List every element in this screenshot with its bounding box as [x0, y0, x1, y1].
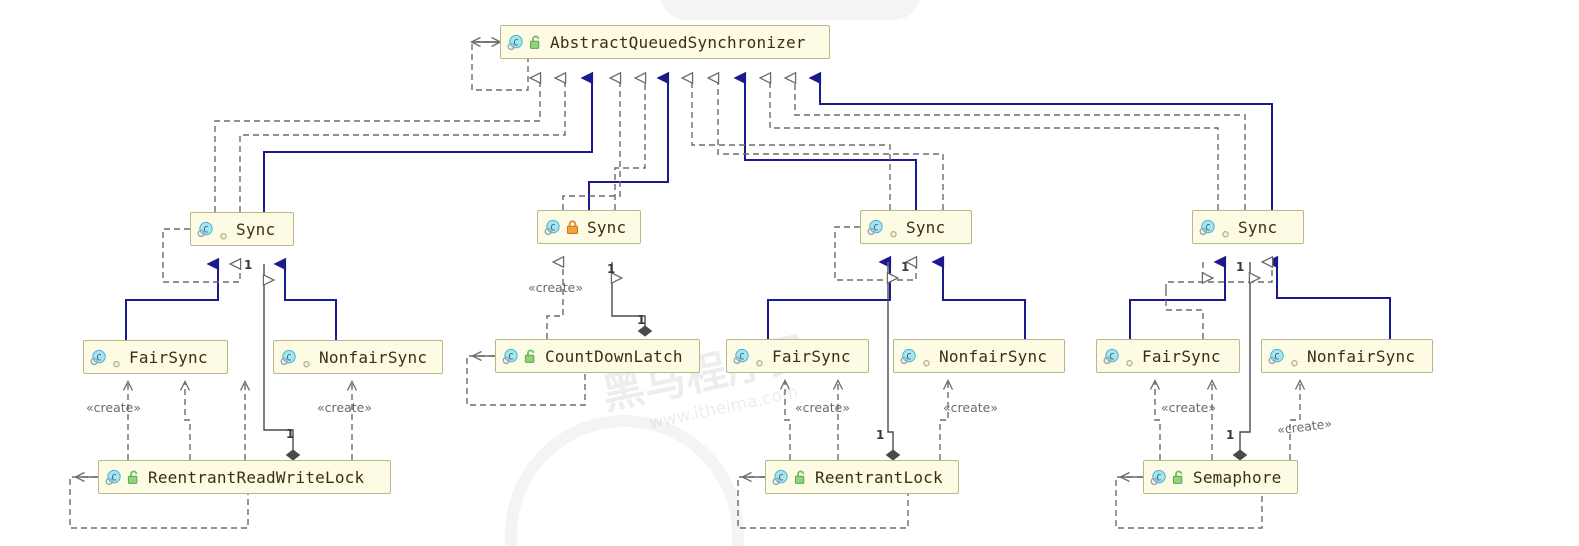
class-node-nonfair_rrwl[interactable]: C NonfairSync [273, 340, 443, 374]
class-node-label: CountDownLatch [545, 346, 683, 366]
class-node-nonfair_sem[interactable]: C NonfairSync [1261, 339, 1433, 373]
multiplicity-label-mult-rrwl-sync: 1 [244, 258, 253, 272]
edge-label-create-6: «create» [1161, 400, 1216, 415]
sem-composition [1232, 262, 1250, 461]
multiplicity-label-mult-rl-sync: 1 [901, 260, 910, 274]
class-c-icon: C [867, 219, 884, 236]
class-node-nonfair_rl[interactable]: C NonfairSync [893, 339, 1065, 373]
edge-label-create-3: «create» [528, 280, 583, 295]
class-node-rrwl[interactable]: C ReentrantReadWriteLock [98, 460, 391, 494]
class-node-sync_cdl[interactable]: C Sync [537, 210, 641, 244]
class-node-sync_rrwl[interactable]: C Sync [190, 212, 294, 246]
edge-label-create-2: «create» [317, 400, 372, 415]
small-circle-icon [112, 353, 121, 367]
class-node-label: FairSync [129, 347, 208, 367]
class-node-label: ReentrantReadWriteLock [148, 467, 365, 487]
class-node-label: Sync [906, 217, 946, 237]
class-node-fair_rl[interactable]: C FairSync [726, 339, 869, 373]
class-node-fair_sem[interactable]: C FairSync [1096, 339, 1240, 373]
class-node-sem[interactable]: C Semaphore [1143, 460, 1298, 494]
small-circle-icon [302, 353, 311, 367]
class-node-label: FairSync [772, 346, 851, 366]
class-c-icon: C [1268, 348, 1285, 365]
closed-lock-icon [566, 219, 579, 235]
class-c-icon: C [900, 348, 917, 365]
multiplicity-label-mult-cdl-sync: 1 [607, 262, 616, 276]
open-lock-icon [524, 349, 537, 364]
class-node-label: Sync [587, 217, 627, 237]
small-circle-icon [1290, 352, 1299, 366]
small-circle-icon [755, 352, 764, 366]
realization-edges [214, 78, 1246, 212]
edge-label-create-4: «create» [795, 400, 850, 415]
edge-label-create-5: «create» [943, 400, 998, 415]
class-node-label: Sync [1238, 217, 1278, 237]
class-c-icon: C [90, 349, 107, 366]
open-lock-icon [127, 470, 140, 485]
cdl-create-dependency [546, 262, 563, 339]
uml-class-diagram: 黑马程序员 www.itheima.com C AbstractQueuedSy… [0, 0, 1579, 546]
class-c-icon: C [733, 348, 750, 365]
open-lock-icon [1172, 470, 1185, 485]
open-lock-icon [794, 470, 807, 485]
class-c-icon: C [1150, 469, 1167, 486]
class-node-label: NonfairSync [1307, 346, 1416, 366]
class-c-icon: C [544, 219, 561, 236]
multiplicity-label-mult-rrwl-comp: 1 [286, 427, 295, 441]
class-c-icon: C [502, 348, 519, 365]
class-node-sync_sem[interactable]: C Sync [1192, 210, 1304, 244]
class-c-icon: C [1103, 348, 1120, 365]
class-node-aqs[interactable]: C AbstractQueuedSynchronizer [500, 25, 830, 59]
class-node-cdl[interactable]: C CountDownLatch [495, 339, 700, 373]
class-node-label: NonfairSync [319, 347, 428, 367]
small-circle-icon [922, 352, 931, 366]
class-c-icon: C [280, 349, 297, 366]
class-node-label: ReentrantLock [815, 467, 943, 487]
open-lock-icon [529, 35, 542, 50]
class-node-label: NonfairSync [939, 346, 1048, 366]
class-node-rl[interactable]: C ReentrantLock [765, 460, 959, 494]
class-node-sync_rl[interactable]: C Sync [860, 210, 972, 244]
small-circle-icon [219, 225, 228, 239]
multiplicity-label-mult-cdl-comp: 1 [637, 313, 646, 327]
small-circle-icon [1125, 352, 1134, 366]
class-c-icon: C [772, 469, 789, 486]
class-c-icon: C [507, 34, 524, 51]
multiplicity-label-mult-rl-comp: 1 [876, 428, 885, 442]
class-c-icon: C [197, 221, 214, 238]
class-node-fair_rrwl[interactable]: C FairSync [83, 340, 228, 374]
small-circle-icon [1221, 223, 1230, 237]
sem-generalizations [1129, 262, 1391, 339]
class-node-label: Semaphore [1193, 467, 1282, 487]
edge-label-create-1: «create» [86, 400, 141, 415]
class-c-icon: C [105, 469, 122, 486]
multiplicity-label-mult-sem-sync: 1 [1236, 260, 1245, 274]
small-circle-icon [889, 223, 898, 237]
class-node-label: FairSync [1142, 346, 1221, 366]
generalization-edges [263, 78, 1273, 212]
class-node-label: AbstractQueuedSynchronizer [550, 32, 806, 52]
multiplicity-label-mult-sem-comp: 1 [1226, 428, 1235, 442]
class-c-icon: C [1199, 219, 1216, 236]
class-node-label: Sync [236, 219, 276, 239]
rl-generalizations [767, 262, 1026, 339]
rrwl-generalizations [125, 264, 337, 340]
